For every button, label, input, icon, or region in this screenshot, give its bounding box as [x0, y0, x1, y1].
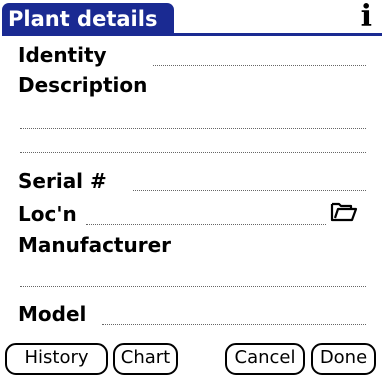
- manufacturer-label: Manufacturer: [18, 233, 172, 257]
- model-label: Model: [18, 302, 87, 326]
- identity-field[interactable]: [153, 65, 366, 66]
- location-label: Loc'n: [18, 202, 77, 226]
- plant-details-form: Plant details i Identity Description Ser…: [0, 0, 382, 383]
- done-button[interactable]: Done: [311, 343, 376, 375]
- history-button[interactable]: History: [5, 343, 108, 375]
- folder-icon[interactable]: [330, 200, 358, 222]
- manufacturer-field[interactable]: [20, 286, 366, 287]
- model-field[interactable]: [102, 324, 366, 325]
- description-label: Description: [18, 73, 148, 97]
- chart-button[interactable]: Chart: [113, 343, 178, 375]
- cancel-button[interactable]: Cancel: [225, 343, 305, 375]
- description-field-line-2[interactable]: [20, 152, 366, 153]
- serial-label: Serial #: [18, 169, 107, 193]
- location-field[interactable]: [86, 224, 326, 225]
- form-title: Plant details: [2, 3, 174, 35]
- title-bar-rule: [2, 33, 382, 36]
- description-field-line-1[interactable]: [20, 128, 366, 129]
- identity-label: Identity: [18, 43, 107, 67]
- info-icon[interactable]: i: [361, 2, 372, 32]
- serial-field[interactable]: [133, 190, 366, 191]
